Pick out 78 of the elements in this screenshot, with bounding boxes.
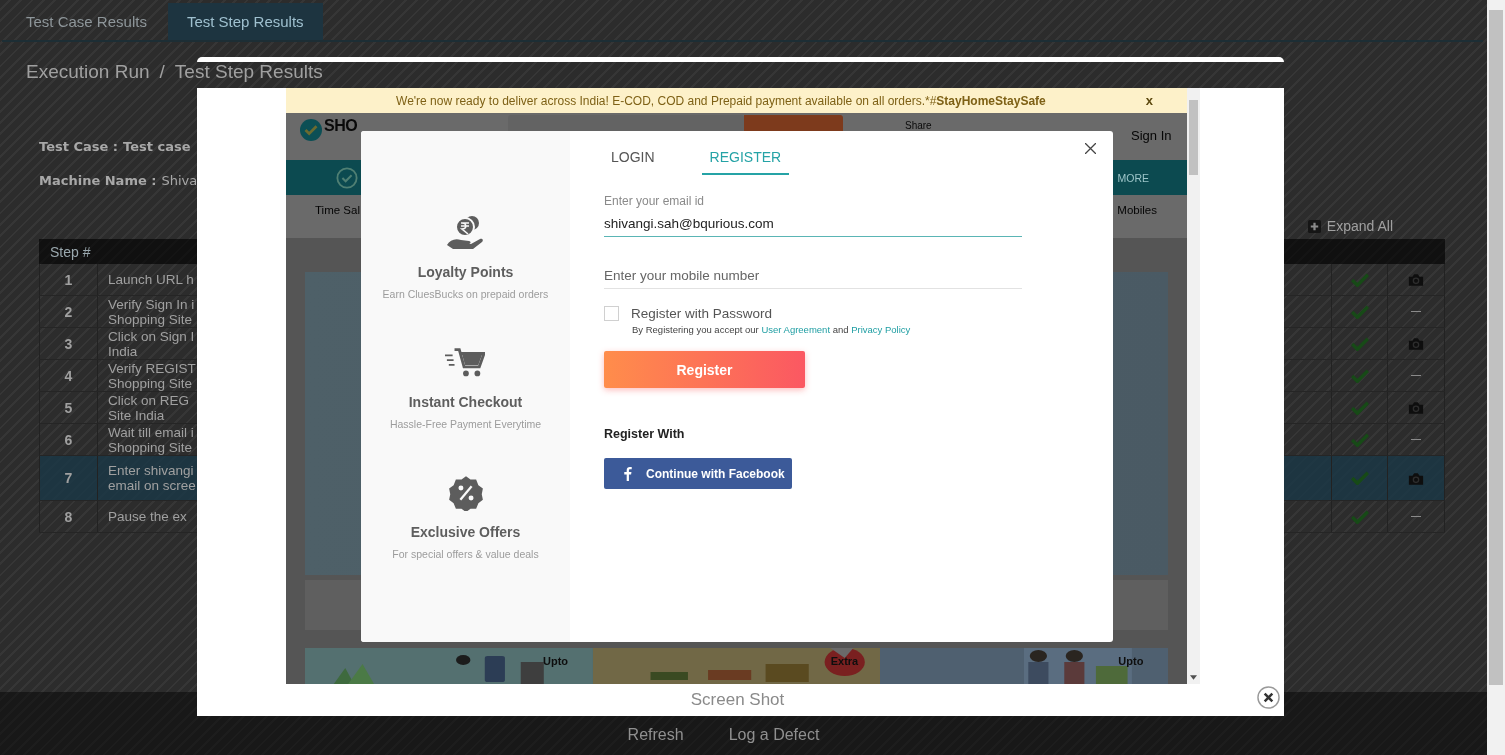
sign-in-link[interactable]: Sign In <box>1131 128 1172 143</box>
step-number: 8 <box>64 508 73 525</box>
checkbox[interactable] <box>604 306 619 321</box>
camera-icon[interactable] <box>1408 471 1424 485</box>
footer-action[interactable]: Log a Defect <box>728 726 820 744</box>
step-number: 5 <box>64 399 73 416</box>
offer-text: Upto <box>1118 655 1144 667</box>
benefit-title: Instant Checkout <box>408 394 523 410</box>
step-description: Wait till email i Shopping Site <box>107 424 194 455</box>
step-number: 3 <box>64 335 73 352</box>
step-description: Click on Sign I India <box>107 328 195 359</box>
camera-icon[interactable] <box>1408 337 1424 350</box>
breadcrumb-item: Execution Run <box>26 61 150 83</box>
expand-all-link[interactable]: Expand All <box>1326 218 1393 234</box>
step-description: Click on REG Site India <box>107 392 189 423</box>
step-number: 4 <box>64 367 73 384</box>
email-field[interactable]: shivangi.sah@bqurious.com <box>604 216 1022 237</box>
scroll-down-icon[interactable] <box>1190 675 1197 680</box>
section-heading: Register With <box>604 427 685 441</box>
register-button[interactable]: Register <box>604 351 805 388</box>
tab[interactable]: REGISTER <box>701 139 790 175</box>
benefit-title: Loyalty Points <box>417 264 514 280</box>
close-promo[interactable]: x <box>1145 93 1187 108</box>
breadcrumb-item: Test Step Results <box>174 61 323 83</box>
detail-value: Test case <box>123 139 191 156</box>
offer-text: Upto <box>543 655 569 667</box>
tab[interactable]: Test Step Results <box>167 3 323 40</box>
benefit-subtitle: Hassle-Free Payment Everytime <box>389 418 542 430</box>
field-label: Enter your email id <box>604 194 705 208</box>
detail-value: Shiva <box>161 173 198 190</box>
site-logo[interactable]: SHO <box>324 117 358 135</box>
mobile-field[interactable]: Enter your mobile number <box>604 268 1022 289</box>
offer-tile[interactable]: Upto <box>880 648 1168 684</box>
scrollbar[interactable] <box>1487 0 1505 755</box>
terms-text: By Registering you accept our User Agreement and Privacy Policy <box>632 324 911 335</box>
step-description: Launch URL h <box>107 272 194 287</box>
benefit-subtitle: For special offers & value deals <box>392 548 539 560</box>
facebook-icon <box>624 466 632 481</box>
offer-text: Extra <box>830 655 859 667</box>
benefit-title: Exclusive Offers <box>410 524 521 540</box>
tab[interactable]: LOGIN <box>603 139 663 175</box>
close-icon[interactable] <box>1257 686 1280 709</box>
detail-label: Test Case : <box>39 139 119 156</box>
offer-tile[interactable]: Upto <box>305 648 593 684</box>
step-number: 6 <box>64 431 73 448</box>
camera-icon[interactable] <box>1408 401 1424 414</box>
step-description: Verify REGIST Shopping Site <box>107 360 196 391</box>
tab[interactable]: Test Case Results <box>7 3 166 40</box>
scrollbar-thumb[interactable] <box>1189 100 1198 175</box>
plus-icon[interactable] <box>1307 219 1321 233</box>
coins-hand-icon <box>445 215 486 251</box>
more-link[interactable]: MORE <box>1117 171 1149 184</box>
check-circle-icon <box>300 119 322 141</box>
close-icon[interactable] <box>1085 143 1096 154</box>
checkbox-label[interactable]: Register with Password <box>631 306 773 321</box>
promo-text: We're now ready to deliver across India! E-COD, COD and Prepaid payment available on all orders.*#StayHomeStaySafe <box>395 93 1047 108</box>
footer-action[interactable]: Refresh <box>627 726 684 744</box>
terms-link[interactable]: User Agreement <box>761 324 831 335</box>
step-number: 1 <box>64 271 73 288</box>
category-link[interactable]: Mobiles <box>1117 204 1157 216</box>
category-link[interactable]: Time Sal <box>315 204 360 216</box>
step-description: Enter shivangi email on scree <box>107 463 196 493</box>
column-header: Step # <box>49 243 91 260</box>
caption: Screen Shot <box>690 690 785 710</box>
scrollbar[interactable] <box>1187 88 1200 684</box>
camera-icon[interactable] <box>1408 273 1424 286</box>
scrollbar-thumb[interactable] <box>1489 10 1503 685</box>
detail-label: Machine Name : <box>39 173 157 190</box>
benefit-subtitle: Earn CluesBucks on prepaid orders <box>382 288 549 300</box>
terms-link[interactable]: Privacy Policy <box>851 324 911 335</box>
check-circle-icon <box>336 166 358 189</box>
step-number: 7 <box>64 470 73 486</box>
step-number: 2 <box>64 303 73 320</box>
step-description: Verify Sign In i Shopping Site <box>107 296 195 327</box>
step-description: Pause the ex <box>107 509 187 524</box>
share-label: Share <box>905 120 932 131</box>
facebook-button[interactable]: Continue with Facebook <box>604 458 792 489</box>
breadcrumb-item: / <box>159 61 165 83</box>
